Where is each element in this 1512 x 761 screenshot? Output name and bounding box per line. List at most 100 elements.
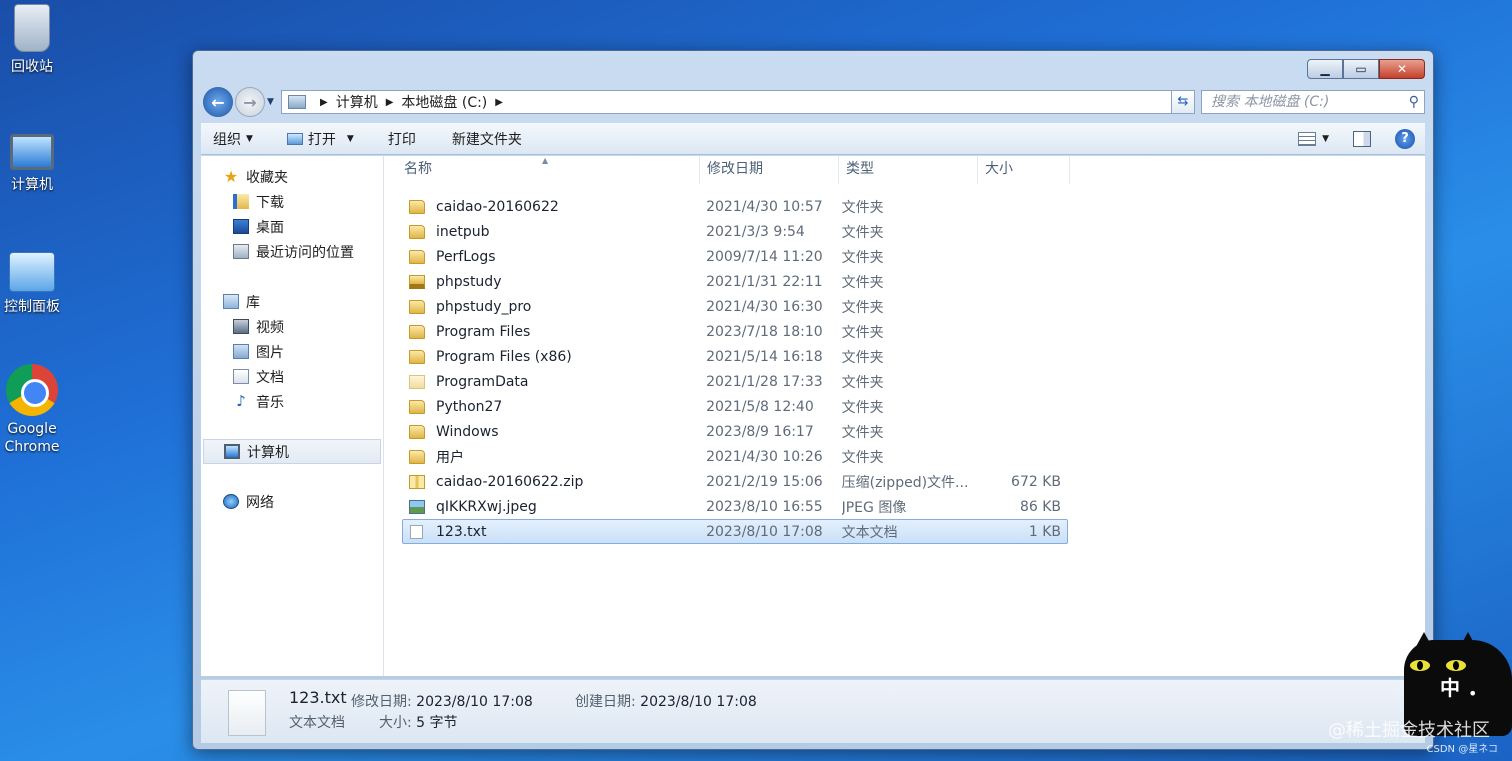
chevron-right-icon[interactable]: ▶ — [320, 97, 328, 108]
nav-libraries[interactable]: 库 — [201, 289, 383, 314]
back-button[interactable]: ← — [203, 87, 233, 117]
details-modified-value: 2023/8/10 17:08 — [416, 694, 533, 710]
nav-recent-places[interactable]: 最近访问的位置 — [201, 239, 383, 264]
desktop-icon-chrome[interactable]: Google Chrome — [0, 364, 64, 456]
file-row[interactable]: ProgramData 2021/1/28 17:33 文件夹 — [402, 369, 1068, 394]
file-date: 2021/4/30 10:26 — [706, 448, 823, 465]
music-note-icon: ♪ — [236, 392, 246, 410]
change-view-icon[interactable] — [1298, 131, 1317, 146]
column-header-name[interactable]: 名称 ▲ — [384, 156, 700, 184]
explorer-window: ▁ ▭ ✕ ← → ▼ ▶ 计算机 ▶ 本地磁盘 (C:) ▶ ▼ ⇆ 搜索 本… — [192, 50, 1434, 750]
file-type: 文件夹 — [841, 349, 884, 366]
documents-library-icon — [233, 369, 249, 384]
nav-pictures[interactable]: 图片 — [201, 339, 383, 364]
open-button[interactable]: 打开 ▼ — [276, 123, 365, 154]
videos-library-icon — [233, 319, 249, 334]
file-row[interactable]: Windows 2023/8/9 16:17 文件夹 — [402, 419, 1068, 444]
organize-button[interactable]: 组织 ▼ — [201, 123, 264, 154]
file-type: 文本文档 — [841, 524, 898, 541]
breadcrumb-computer[interactable]: 计算机 — [336, 92, 378, 112]
file-row[interactable]: 123.txt 2023/8/10 17:08 文本文档 1 KB — [402, 519, 1068, 544]
preview-pane-icon[interactable] — [1353, 130, 1371, 147]
details-size-value: 5 字节 — [416, 715, 458, 731]
close-button[interactable]: ✕ — [1379, 59, 1425, 79]
nav-desktop[interactable]: 桌面 — [201, 214, 383, 239]
file-date: 2021/4/30 16:30 — [706, 298, 823, 315]
file-name: qIKKRXwj.jpeg — [436, 498, 537, 515]
file-row[interactable]: inetpub 2021/3/3 9:54 文件夹 — [402, 219, 1068, 244]
column-header-type[interactable]: 类型 — [839, 156, 978, 184]
forward-arrow-icon: → — [243, 92, 257, 112]
folder-icon — [409, 349, 425, 364]
search-placeholder: 搜索 本地磁盘 (C:) — [1211, 94, 1330, 110]
file-date: 2021/3/3 9:54 — [706, 223, 805, 240]
breadcrumb-drive[interactable]: 本地磁盘 (C:) — [401, 92, 487, 112]
folder-icon — [409, 449, 425, 464]
file-row[interactable]: caidao-20160622 2021/4/30 10:57 文件夹 — [402, 194, 1068, 219]
file-date: 2021/5/14 16:18 — [706, 348, 823, 365]
folder-icon — [409, 324, 425, 339]
recent-pages-dropdown[interactable]: ▼ — [267, 97, 274, 107]
file-name: inetpub — [436, 223, 490, 240]
command-bar: 组织 ▼ 打开 ▼ 打印 新建文件夹 ▼ ? — [201, 123, 1425, 155]
file-name: PerfLogs — [436, 248, 496, 265]
nav-label: 音乐 — [256, 394, 284, 411]
desktop-icon-computer[interactable]: 计算机 — [0, 128, 64, 194]
recent-places-icon — [233, 244, 249, 259]
desktop-folder-icon — [233, 219, 249, 234]
new-folder-button[interactable]: 新建文件夹 — [441, 123, 533, 154]
file-name: phpstudy_pro — [436, 298, 532, 315]
hidden-folder-icon — [409, 374, 425, 389]
file-row[interactable]: phpstudy_pro 2021/4/30 16:30 文件夹 — [402, 294, 1068, 319]
nav-label: 图片 — [256, 344, 284, 361]
file-row[interactable]: Program Files (x86) 2021/5/14 16:18 文件夹 — [402, 344, 1068, 369]
refresh-button[interactable]: ⇆ — [1171, 90, 1195, 114]
file-date: 2009/7/14 11:20 — [706, 248, 823, 265]
text-file-large-icon — [228, 690, 266, 736]
folder-icon — [409, 224, 425, 239]
file-row[interactable]: 用户 2021/4/30 10:26 文件夹 — [402, 444, 1068, 469]
file-size: 86 KB — [1019, 498, 1061, 515]
file-row[interactable]: phpstudy 2021/1/31 22:11 文件夹 — [402, 269, 1068, 294]
forward-button[interactable]: → — [235, 87, 265, 117]
file-row[interactable]: Python27 2021/5/8 12:40 文件夹 — [402, 394, 1068, 419]
nav-computer[interactable]: 计算机 — [203, 439, 381, 464]
network-globe-icon — [223, 494, 239, 509]
file-row[interactable]: Program Files 2023/7/18 18:10 文件夹 — [402, 319, 1068, 344]
file-type: 文件夹 — [841, 399, 884, 416]
details-created: 创建日期: 2023/8/10 17:08 — [575, 691, 757, 711]
file-date: 2023/8/10 16:55 — [706, 498, 823, 515]
file-row[interactable]: qIKKRXwj.jpeg 2023/8/10 16:55 JPEG 图像 86 KB — [402, 494, 1068, 519]
chevron-right-icon[interactable]: ▶ — [386, 97, 394, 108]
nav-music[interactable]: ♪ 音乐 — [201, 389, 383, 414]
file-row[interactable]: caidao-20160622.zip 2021/2/19 15:06 压缩(zip… — [402, 469, 1068, 494]
column-header-date[interactable]: 修改日期 — [700, 156, 839, 184]
nav-videos[interactable]: 视频 — [201, 314, 383, 339]
file-name: phpstudy — [436, 273, 502, 290]
nav-network[interactable]: 网络 — [201, 489, 383, 514]
chevron-down-icon[interactable]: ▼ — [1322, 134, 1329, 144]
desktop-icon-label: 回收站 — [11, 59, 53, 75]
desktop-icon-control-panel[interactable]: 控制面板 — [0, 252, 64, 316]
search-input[interactable]: 搜索 本地磁盘 (C:) ⚲ — [1201, 90, 1425, 114]
file-row[interactable]: PerfLogs 2009/7/14 11:20 文件夹 — [402, 244, 1068, 269]
print-button[interactable]: 打印 — [377, 123, 427, 154]
nav-documents[interactable]: 文档 — [201, 364, 383, 389]
folder-icon — [409, 199, 425, 214]
maximize-button[interactable]: ▭ — [1343, 59, 1379, 79]
sort-ascending-icon: ▲ — [542, 156, 549, 165]
nav-favorites[interactable]: ★ 收藏夹 — [201, 164, 383, 189]
desktop-icon-recycle-bin[interactable]: 回收站 — [0, 4, 64, 76]
search-icon[interactable]: ⚲ — [1409, 91, 1419, 113]
navigation-pane: ★ 收藏夹 下载 桌面 最近访问的位置 库 视频 图片 文档 ♪ 音乐 计算机 … — [201, 156, 384, 676]
locked-folder-icon — [409, 274, 425, 289]
nav-downloads[interactable]: 下载 — [201, 189, 383, 214]
star-icon: ★ — [223, 167, 239, 186]
column-header-size[interactable]: 大小 — [978, 156, 1070, 184]
folder-icon — [409, 299, 425, 314]
minimize-button[interactable]: ▁ — [1307, 59, 1343, 79]
nav-label: 桌面 — [256, 219, 284, 236]
help-icon[interactable]: ? — [1395, 128, 1415, 149]
chevron-right-icon[interactable]: ▶ — [495, 97, 503, 108]
address-bar[interactable]: ▶ 计算机 ▶ 本地磁盘 (C:) ▶ ▼ — [281, 90, 1195, 114]
